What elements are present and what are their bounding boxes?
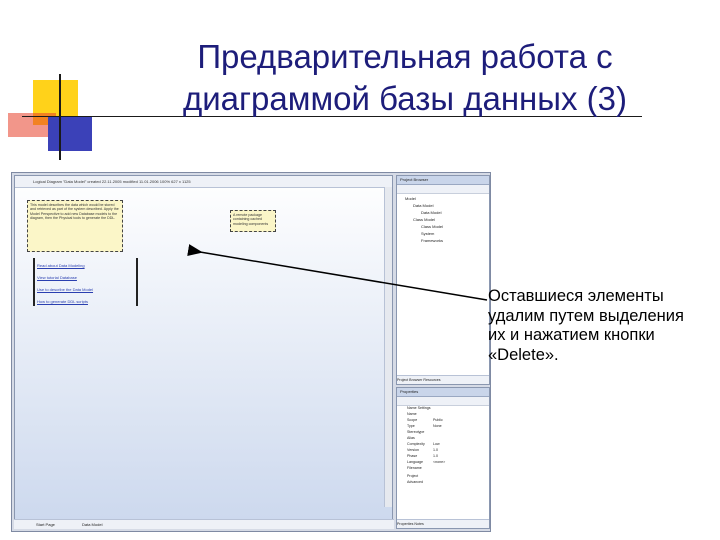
callout-arrow-line <box>187 244 488 301</box>
callout-text: Оставшиеся элементы удалим путем выделен… <box>488 287 684 364</box>
callout-arrow <box>187 244 488 301</box>
